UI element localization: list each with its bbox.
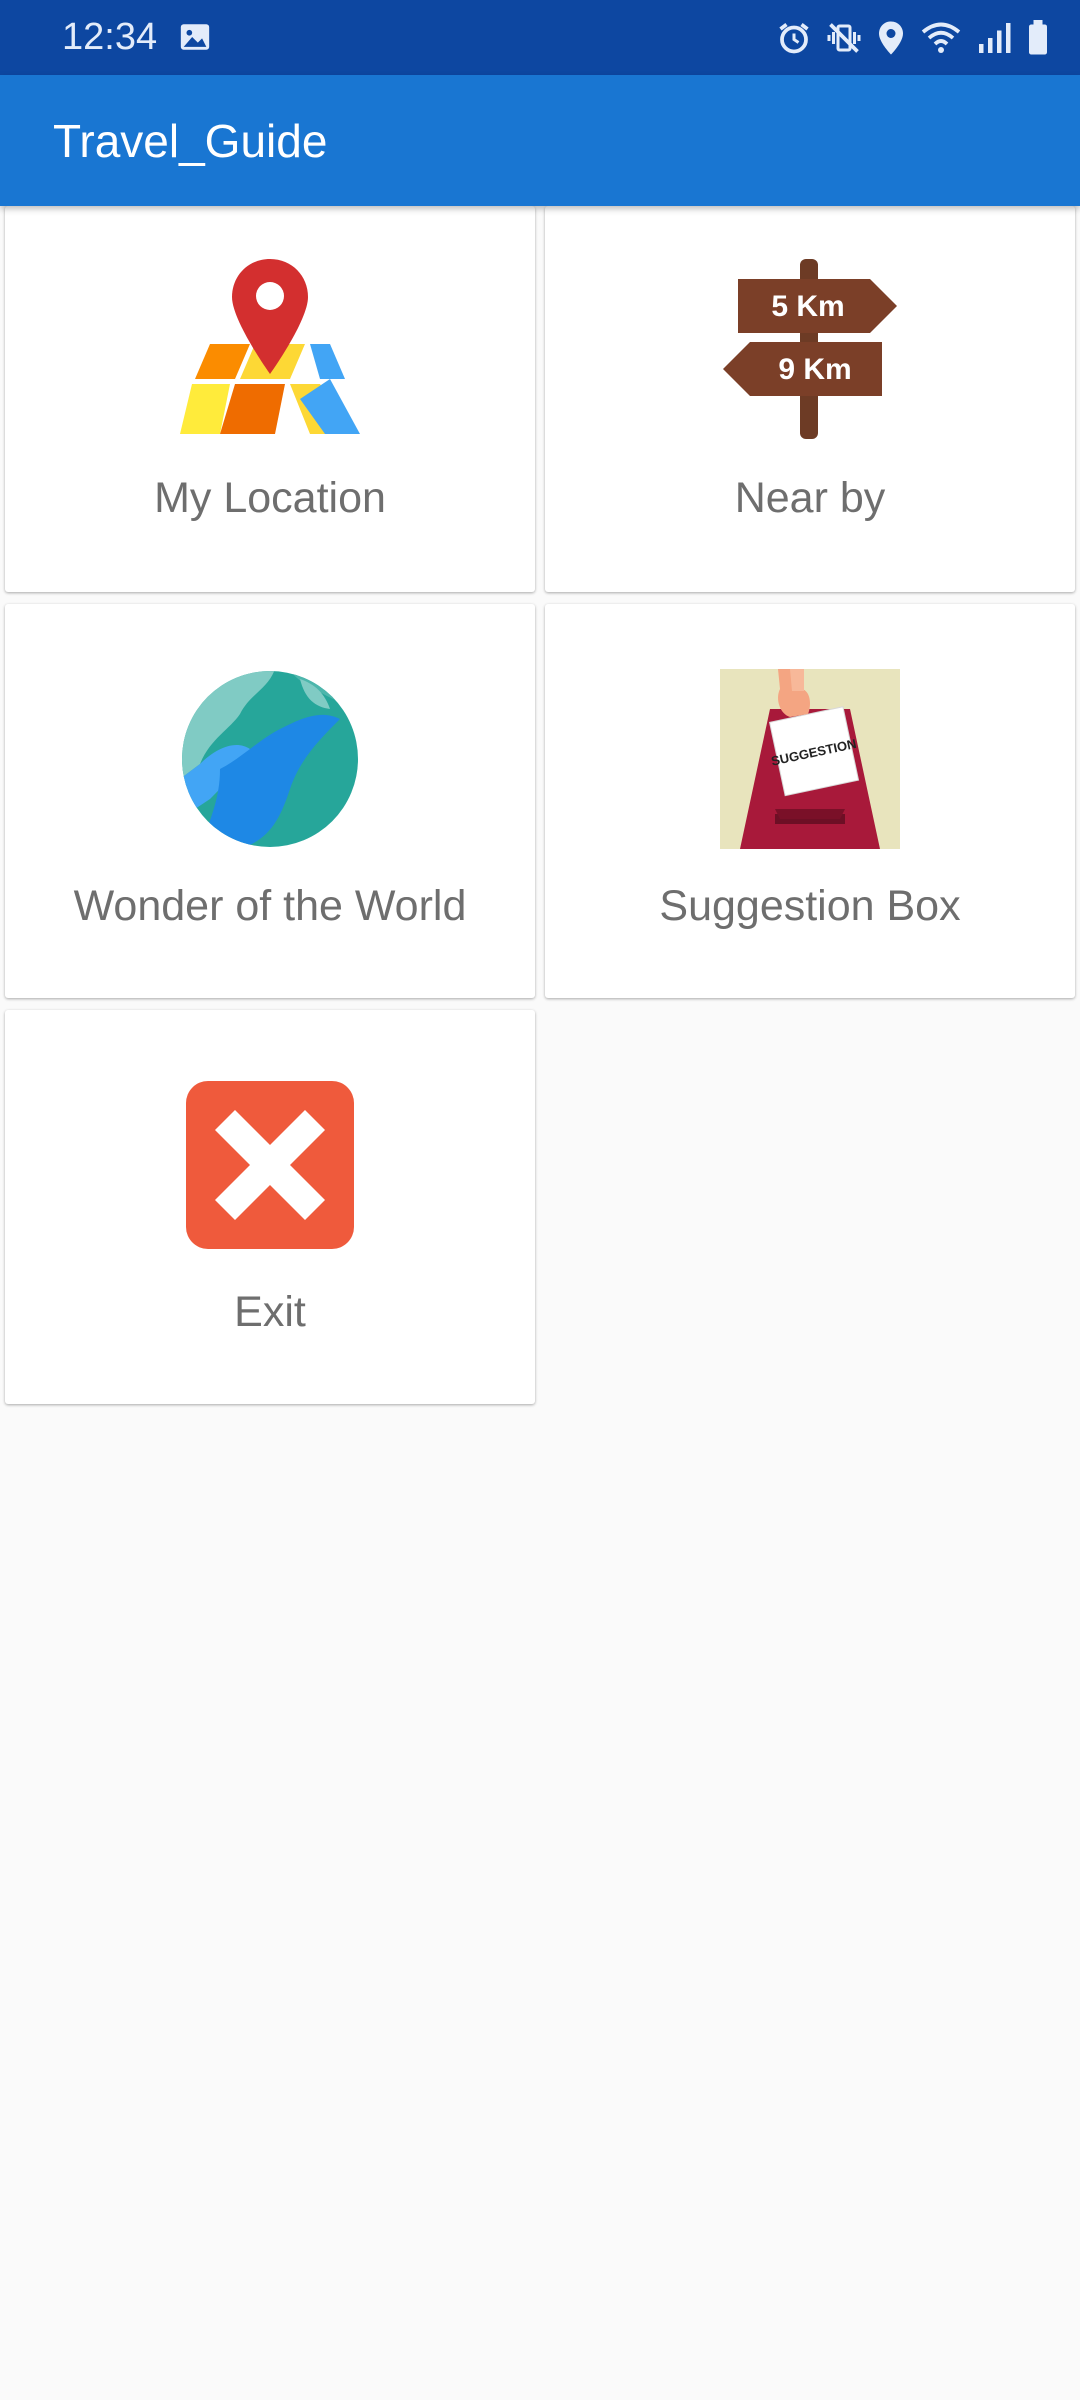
status-bar: 12:34 [0,0,1080,75]
signpost-icon: 5 Km 9 Km [723,259,897,439]
app-bar: Travel_Guide [0,75,1080,206]
my-location-label: My Location [154,474,386,522]
sign-bottom-text: 9 Km [778,353,851,386]
alarm-icon [779,23,809,54]
status-time: 12:34 [62,16,158,58]
suggestion-box-card[interactable]: SUGGESTION Suggestion Box [545,604,1075,998]
status-icons [776,16,1050,60]
suggestion-box-label: Suggestion Box [659,882,961,930]
location-icon [879,21,903,55]
wifi-icon [921,22,961,53]
suggestion-box-icon: SUGGESTION [720,669,900,849]
my-location-card[interactable]: My Location [5,206,535,592]
globe-icon [182,671,358,847]
sign-top-text: 5 Km [771,290,844,323]
signal-icon [979,23,1011,53]
map-pin-icon [180,259,360,434]
exit-label: Exit [234,1288,306,1336]
exit-card[interactable]: Exit [5,1010,535,1404]
near-by-label: Near by [734,474,886,522]
wonder-of-the-world-label: Wonder of the World [73,882,467,930]
exit-icon [186,1081,354,1249]
near-by-card[interactable]: 5 Km 9 Km Near by [545,206,1075,592]
image-icon [180,24,210,50]
wonder-of-the-world-card[interactable]: Wonder of the World [5,604,535,998]
battery-icon [1029,20,1047,55]
app-title: Travel_Guide [53,115,328,167]
vibrate-mute-icon [827,23,861,53]
